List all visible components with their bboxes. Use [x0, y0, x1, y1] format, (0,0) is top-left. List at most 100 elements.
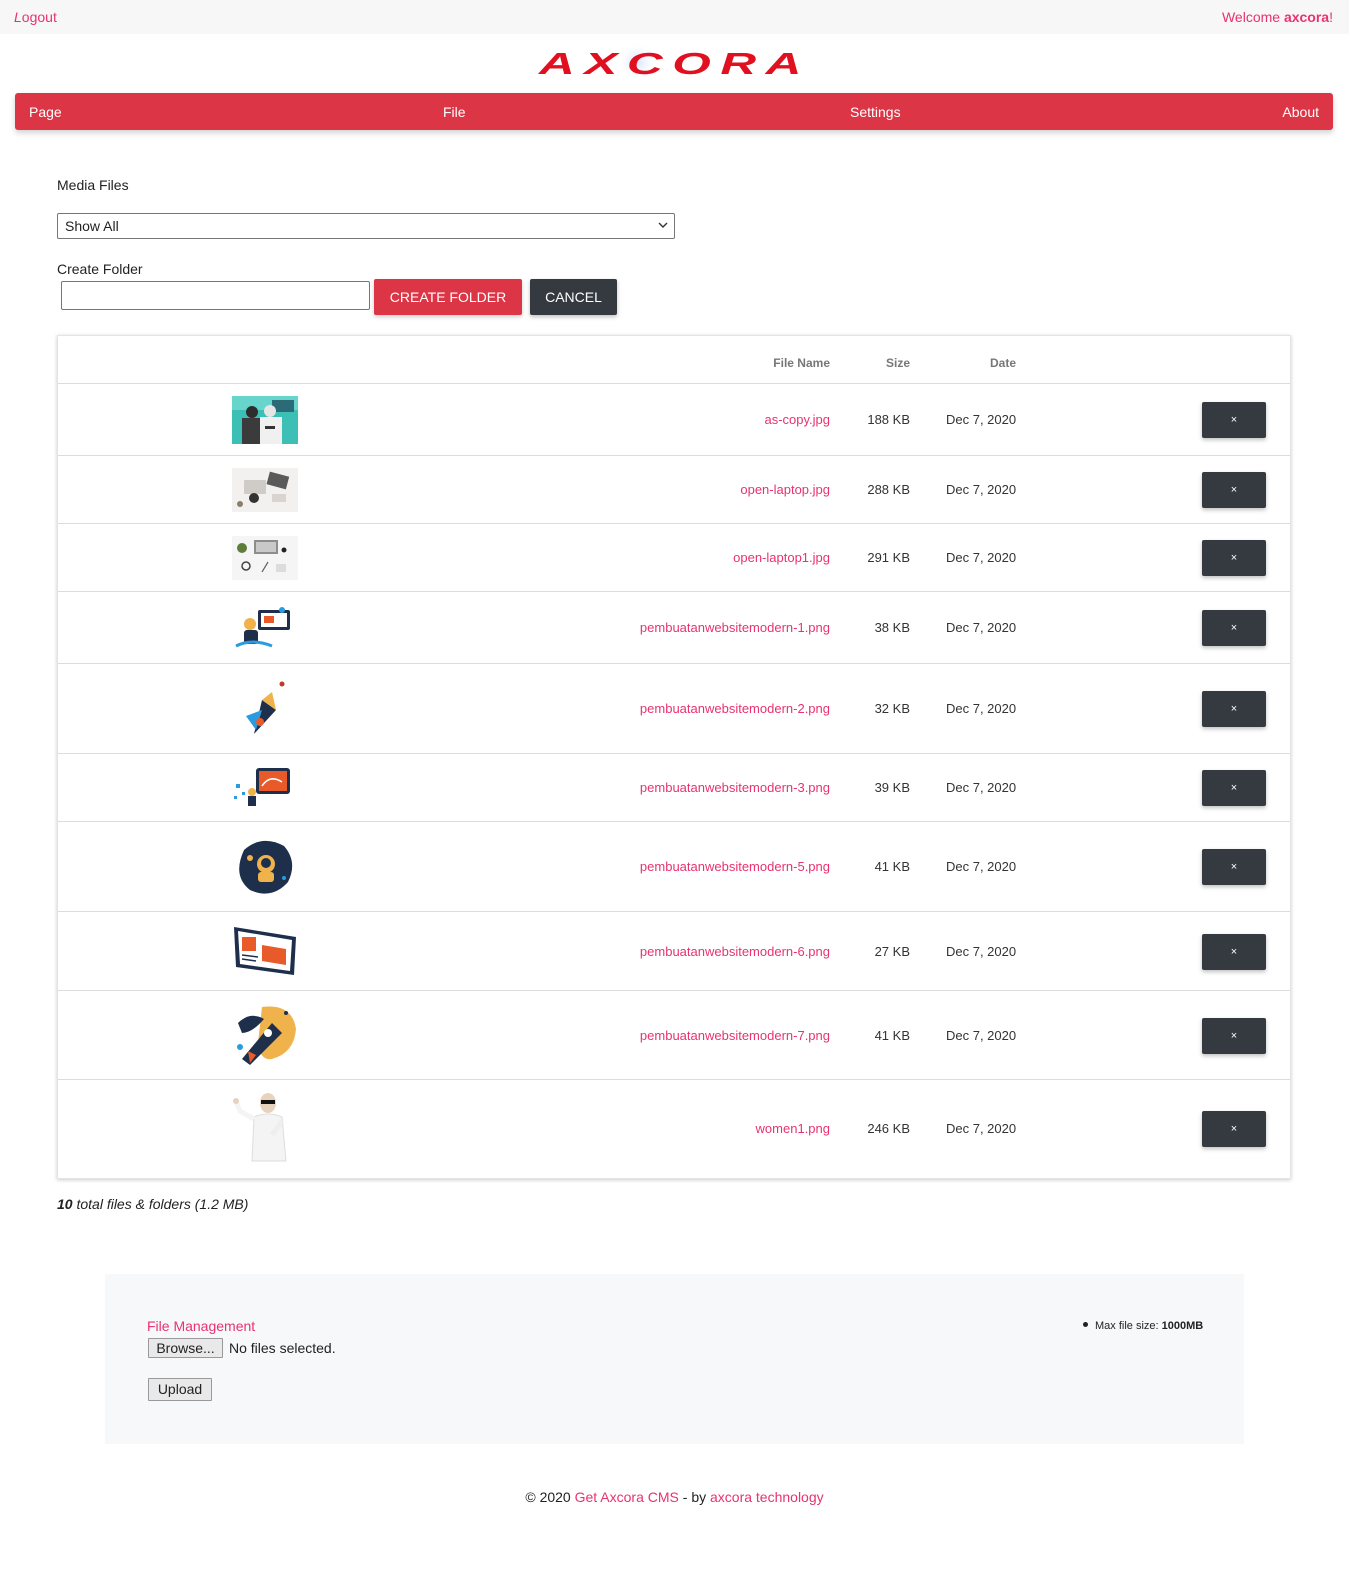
- table-row: open-laptop.jpg 288 KB Dec 7, 2020 ×: [58, 456, 1290, 524]
- max-size-prefix: Max file size:: [1095, 1320, 1162, 1332]
- file-name-link[interactable]: pembuatanwebsitemodern-7.png: [640, 1028, 830, 1043]
- delete-button[interactable]: ×: [1202, 1018, 1266, 1054]
- thumbnail-photo-woman-sunglasses[interactable]: [232, 1091, 298, 1167]
- file-size: 38 KB: [874, 620, 910, 635]
- logout-link[interactable]: Logout: [14, 9, 57, 25]
- file-name-link[interactable]: pembuatanwebsitemodern-6.png: [640, 944, 830, 959]
- file-size: 32 KB: [874, 701, 910, 716]
- header-file-name: File Name: [773, 356, 830, 370]
- file-date: Dec 7, 2020: [946, 780, 1017, 795]
- file-name-link[interactable]: pembuatanwebsitemodern-3.png: [640, 780, 830, 795]
- logout-first-letter: L: [14, 9, 22, 25]
- nav-item-page[interactable]: Page: [29, 104, 62, 120]
- delete-button[interactable]: ×: [1202, 472, 1266, 508]
- max-size-value: 1000MB: [1161, 1320, 1204, 1332]
- files-count: 10: [57, 1196, 73, 1212]
- nav-item-settings[interactable]: Settings: [850, 104, 901, 120]
- thumbnail-illustration-presentation[interactable]: [232, 766, 298, 810]
- nav-item-file[interactable]: File: [443, 104, 466, 120]
- footer-cms-link[interactable]: Get Axcora CMS: [575, 1489, 679, 1505]
- file-size: 288 KB: [867, 482, 910, 497]
- file-size: 188 KB: [867, 412, 910, 427]
- thumbnail-illustration-web-design[interactable]: [232, 604, 298, 652]
- file-name-link[interactable]: pembuatanwebsitemodern-2.png: [640, 701, 830, 716]
- create-folder-label: Create Folder: [57, 261, 143, 277]
- table-row: open-laptop1.jpg 291 KB Dec 7, 2020 ×: [58, 524, 1290, 592]
- main-navbar: Page File Settings About: [15, 93, 1333, 130]
- table-row: pembuatanwebsitemodern-1.png 38 KB Dec 7…: [58, 592, 1290, 664]
- thumbnail-photo-laptop-desk-2[interactable]: [232, 536, 298, 580]
- delete-button[interactable]: ×: [1202, 540, 1266, 576]
- welcome-prefix: Welcome: [1221, 9, 1284, 25]
- file-name-link[interactable]: as-copy.jpg: [764, 412, 830, 427]
- file-size: 41 KB: [874, 859, 910, 874]
- file-management-title: File Management: [147, 1318, 256, 1334]
- table-row: women1.png 246 KB Dec 7, 2020 ×: [58, 1080, 1290, 1178]
- thumbnail-illustration-astronaut[interactable]: [232, 836, 298, 898]
- welcome-suffix: !: [1329, 9, 1333, 25]
- file-size: 39 KB: [874, 780, 910, 795]
- thumbnail-illustration-rocket-person[interactable]: [232, 680, 298, 738]
- welcome-user: axcora: [1283, 9, 1330, 25]
- browse-button[interactable]: Browse...: [148, 1338, 223, 1358]
- file-date: Dec 7, 2020: [946, 482, 1017, 497]
- header-date: Date: [990, 356, 1017, 370]
- thumbnail-illustration-monitor[interactable]: [232, 923, 298, 981]
- chevron-down-icon: [658, 222, 668, 228]
- upload-button[interactable]: Upload: [148, 1378, 212, 1401]
- file-name-link[interactable]: open-laptop1.jpg: [733, 550, 830, 565]
- thumbnail-photo-couple-hoodie[interactable]: [232, 396, 298, 444]
- nav-item-about[interactable]: About: [1282, 104, 1319, 120]
- folder-name-input[interactable]: [61, 281, 370, 310]
- welcome-message: Welcome axcora!: [1222, 9, 1333, 25]
- create-folder-button[interactable]: CREATE FOLDER: [374, 279, 522, 315]
- axcora-logo[interactable]: AXCORA: [525, 40, 825, 86]
- footer-middle: - by: [678, 1489, 710, 1505]
- table-row: pembuatanwebsitemodern-2.png 32 KB Dec 7…: [58, 664, 1290, 754]
- file-name-link[interactable]: pembuatanwebsitemodern-5.png: [640, 859, 830, 874]
- files-summary-text: total files & folders (1.2 MB): [72, 1196, 249, 1212]
- delete-button[interactable]: ×: [1202, 610, 1266, 646]
- delete-button[interactable]: ×: [1202, 770, 1266, 806]
- footer: © 2020 Get Axcora CMS - by axcora techno…: [0, 1489, 1349, 1505]
- file-table: File Name Size Date as-copy.jpg 188 KB D…: [57, 335, 1291, 1179]
- delete-button[interactable]: ×: [1202, 934, 1266, 970]
- media-filter-value: Show All: [65, 218, 119, 234]
- media-filter-select[interactable]: Show All: [57, 213, 675, 239]
- file-size: 41 KB: [874, 1028, 910, 1043]
- table-row: pembuatanwebsitemodern-3.png 39 KB Dec 7…: [58, 754, 1290, 822]
- file-management-panel: File Management Browse... No files selec…: [105, 1274, 1244, 1444]
- file-date: Dec 7, 2020: [946, 1028, 1017, 1043]
- file-date: Dec 7, 2020: [946, 1121, 1017, 1136]
- logout-rest: ogout: [21, 9, 57, 25]
- file-date: Dec 7, 2020: [946, 550, 1017, 565]
- delete-button[interactable]: ×: [1202, 691, 1266, 727]
- table-row: pembuatanwebsitemodern-7.png 41 KB Dec 7…: [58, 991, 1290, 1080]
- delete-button[interactable]: ×: [1202, 402, 1266, 438]
- file-date: Dec 7, 2020: [946, 701, 1017, 716]
- file-date: Dec 7, 2020: [946, 859, 1017, 874]
- files-summary: 10 total files & folders (1.2 MB): [57, 1196, 248, 1212]
- footer-prefix: © 2020: [525, 1489, 575, 1505]
- file-size: 291 KB: [867, 550, 910, 565]
- footer-company-link[interactable]: axcora technology: [710, 1489, 824, 1505]
- table-row: pembuatanwebsitemodern-6.png 27 KB Dec 7…: [58, 912, 1290, 991]
- no-file-selected-text: No files selected.: [229, 1340, 336, 1356]
- file-name-link[interactable]: women1.png: [756, 1121, 830, 1136]
- top-bar: Logout Welcome axcora!: [0, 0, 1349, 34]
- bullet-icon: [1083, 1321, 1088, 1327]
- media-files-label: Media Files: [57, 177, 129, 193]
- cancel-button[interactable]: CANCEL: [530, 279, 617, 315]
- delete-button[interactable]: ×: [1202, 1111, 1266, 1147]
- thumbnail-photo-laptop-desk[interactable]: [232, 468, 298, 512]
- thumbnail-illustration-rocket[interactable]: [232, 1003, 298, 1067]
- file-size: 246 KB: [867, 1121, 910, 1136]
- table-header: File Name Size Date: [58, 336, 1290, 384]
- file-size: 27 KB: [874, 944, 910, 959]
- header-size: Size: [885, 356, 910, 370]
- file-name-link[interactable]: pembuatanwebsitemodern-1.png: [640, 620, 830, 635]
- delete-button[interactable]: ×: [1202, 849, 1266, 885]
- file-date: Dec 7, 2020: [946, 620, 1017, 635]
- table-row: pembuatanwebsitemodern-5.png 41 KB Dec 7…: [58, 822, 1290, 912]
- file-name-link[interactable]: open-laptop.jpg: [740, 482, 830, 497]
